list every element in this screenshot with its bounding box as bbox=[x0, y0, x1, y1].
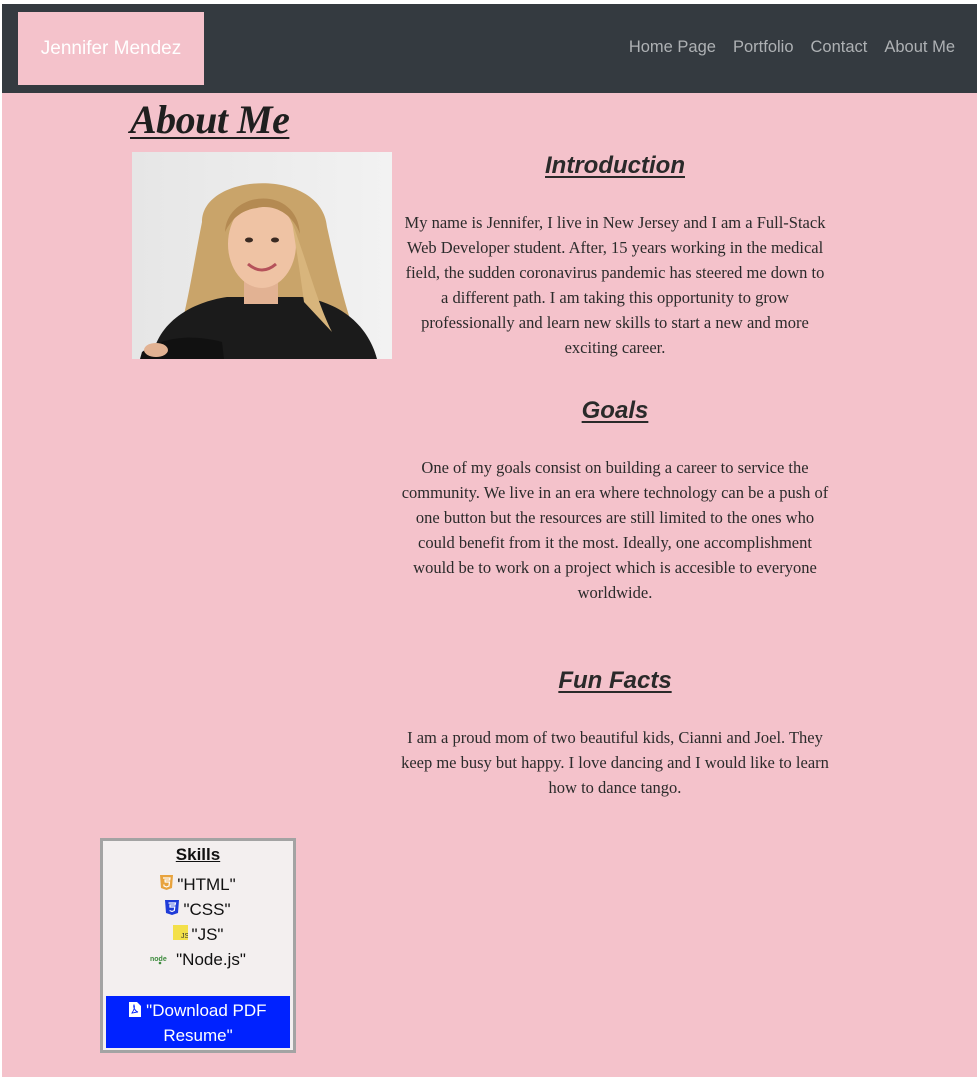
page-title: About Me bbox=[130, 97, 290, 142]
download-resume-button[interactable]: "Download PDF Resume" bbox=[106, 996, 290, 1048]
skill-label: "HTML" bbox=[177, 875, 236, 894]
nav-link-contact[interactable]: Contact bbox=[811, 38, 868, 57]
brand-link[interactable]: Jennifer Mendez bbox=[18, 12, 204, 85]
js-icon: JS bbox=[172, 925, 189, 945]
navbar: Jennifer Mendez Home Page Portfolio Cont… bbox=[2, 4, 977, 93]
fun-facts-text: I am a proud mom of two beautiful kids, … bbox=[401, 728, 829, 797]
nodejs-icon: node bbox=[150, 950, 172, 970]
svg-text:JS: JS bbox=[181, 933, 188, 940]
skill-item-css: "CSS" bbox=[103, 900, 293, 920]
skill-item-nodejs: node "Node.js" bbox=[103, 950, 293, 970]
pdf-icon bbox=[129, 1001, 146, 1020]
page-frame: Jennifer Mendez Home Page Portfolio Cont… bbox=[2, 4, 977, 1077]
nav-link-portfolio[interactable]: Portfolio bbox=[733, 38, 794, 57]
skill-label: "Node.js" bbox=[176, 950, 246, 969]
nav-links: Home Page Portfolio Contact About Me bbox=[629, 38, 955, 57]
skill-label: "CSS" bbox=[183, 900, 231, 919]
goals-heading: Goals bbox=[581, 397, 649, 424]
skill-item-html: "HTML" bbox=[103, 875, 293, 895]
profile-photo bbox=[132, 152, 392, 359]
introduction-text: My name is Jennifer, I live in New Jerse… bbox=[404, 213, 826, 357]
css3-icon bbox=[165, 900, 180, 920]
profile-photo-illustration bbox=[132, 152, 392, 359]
introduction-heading: Introduction bbox=[545, 152, 685, 179]
html5-icon bbox=[160, 875, 174, 895]
skills-card: Skills "HTML" "CSS" JS "JS" node "Node.j… bbox=[100, 838, 296, 1053]
skills-title: Skills bbox=[175, 845, 221, 864]
skill-label: "JS" bbox=[191, 925, 224, 944]
fun-facts-heading: Fun Facts bbox=[558, 667, 672, 694]
skill-item-js: JS "JS" bbox=[103, 925, 293, 945]
goals-text: One of my goals consist on building a ca… bbox=[401, 458, 829, 602]
svg-text:node: node bbox=[150, 956, 167, 963]
download-resume-label: "Download PDF Resume" bbox=[146, 1000, 267, 1045]
nav-link-about[interactable]: About Me bbox=[884, 38, 955, 57]
nav-link-home[interactable]: Home Page bbox=[629, 38, 716, 57]
